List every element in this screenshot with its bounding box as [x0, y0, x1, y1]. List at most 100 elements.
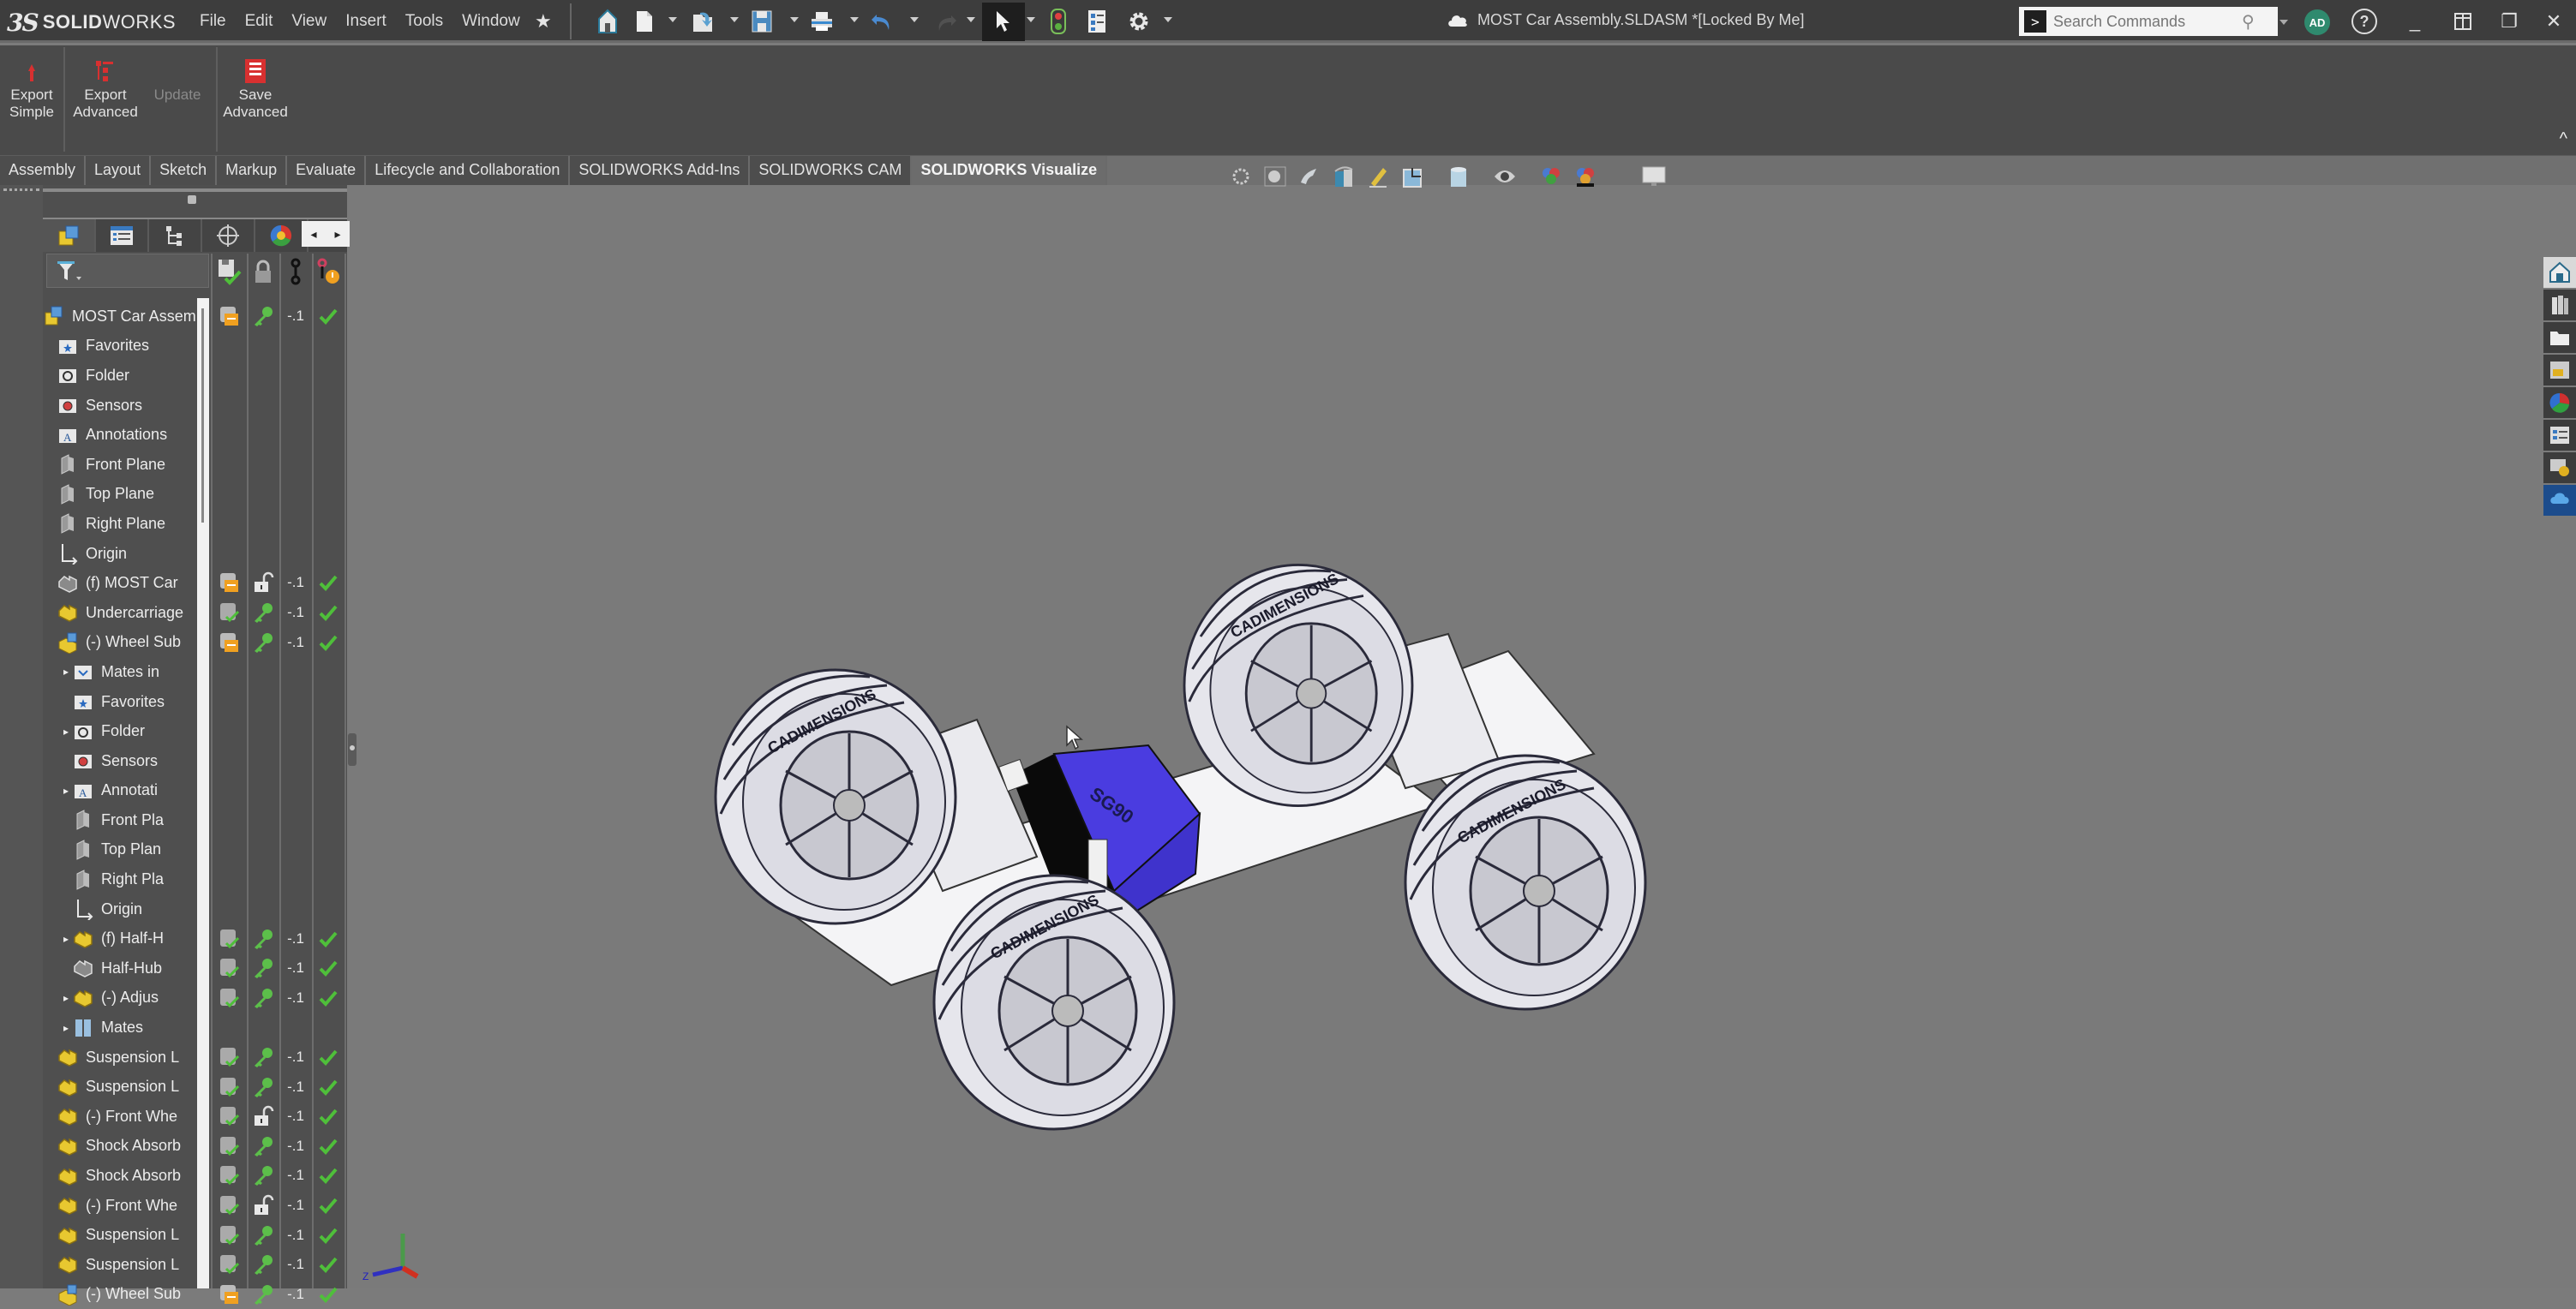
unlocked-icon[interactable]: [247, 1191, 279, 1220]
save-advanced-button[interactable]: Save Advanced: [219, 52, 291, 121]
close-button[interactable]: ✕: [2538, 7, 2569, 36]
tab-markup[interactable]: Markup: [217, 156, 288, 185]
saved-status-icon[interactable]: [213, 1102, 245, 1131]
tree-item[interactable]: (-) Wheel Sub: [43, 1280, 197, 1309]
expand-arrow-icon[interactable]: ▸: [60, 783, 72, 798]
apply-scene-icon[interactable]: [1570, 162, 1601, 191]
tree-scrollbar[interactable]: [197, 298, 209, 1288]
unlocked-icon[interactable]: [247, 568, 279, 597]
print-icon[interactable]: [809, 7, 835, 36]
revision-value[interactable]: -.1: [279, 924, 312, 953]
tree-item[interactable]: Top Plane: [43, 480, 197, 510]
zoom-to-area-icon[interactable]: [1260, 162, 1291, 191]
scroll-tabs-right-button[interactable]: ▸: [326, 221, 350, 247]
revision-value[interactable]: -.1: [279, 1132, 312, 1161]
tree-item[interactable]: A Annotations: [43, 420, 197, 450]
dynamic-annotation-icon[interactable]: [1363, 162, 1393, 191]
options-dropdown[interactable]: [1164, 17, 1172, 22]
saved-status-icon[interactable]: [213, 1043, 245, 1072]
state-check-icon[interactable]: [312, 953, 344, 983]
update-button[interactable]: Update: [147, 52, 207, 104]
tree-item[interactable]: (-) Front Whe: [43, 1191, 197, 1221]
tree-item[interactable]: Front Pla: [43, 805, 197, 835]
tree-item[interactable]: Folder: [43, 361, 197, 391]
lifecycle-column-header[interactable]: [312, 255, 344, 288]
collapse-ribbon-icon[interactable]: ^: [2560, 129, 2567, 149]
saved-status-icon[interactable]: [213, 1221, 245, 1250]
user-avatar[interactable]: AD: [2304, 9, 2330, 35]
solidworks-logo[interactable]: 3S SOLIDWORKS: [7, 7, 176, 38]
revision-value[interactable]: -.1: [279, 1073, 312, 1102]
key-icon[interactable]: [247, 302, 279, 331]
export-simple-button[interactable]: Export Simple: [5, 52, 58, 121]
minimize-button[interactable]: _: [2399, 7, 2430, 36]
tree-item[interactable]: Right Pla: [43, 864, 197, 894]
displaymanager-tab[interactable]: [255, 219, 309, 252]
tree-item[interactable]: Half-Hub: [43, 953, 197, 983]
configurationmanager-tab[interactable]: [149, 219, 202, 252]
revision-value[interactable]: -.1: [279, 1221, 312, 1250]
key-icon[interactable]: [247, 1161, 279, 1190]
expand-arrow-icon[interactable]: ▸: [60, 990, 72, 1006]
tree-item[interactable]: ▸ A Annotati: [43, 776, 197, 806]
tree-item[interactable]: Top Plan: [43, 835, 197, 865]
revision-value[interactable]: -.1: [279, 1102, 312, 1131]
display-style-icon[interactable]: [1443, 162, 1474, 191]
checked-out-icon[interactable]: [213, 628, 245, 657]
new-dropdown[interactable]: [668, 17, 677, 22]
view-settings-icon[interactable]: [1638, 162, 1669, 191]
tree-item[interactable]: Suspension L: [43, 1043, 197, 1073]
expand-arrow-icon[interactable]: ▸: [60, 724, 72, 739]
tree-item[interactable]: Shock Absorb: [43, 1161, 197, 1191]
key-icon[interactable]: [247, 1132, 279, 1161]
home-icon[interactable]: [594, 7, 621, 36]
menu-window[interactable]: Window: [452, 10, 530, 33]
rebuild-traffic-light-icon[interactable]: [1047, 7, 1069, 36]
tree-item[interactable]: ▸ Mates: [43, 1013, 197, 1043]
tab-solidworks-visualize[interactable]: SOLIDWORKS Visualize: [912, 156, 1108, 185]
tree-item[interactable]: Favorites: [43, 332, 197, 362]
tree-item[interactable]: Suspension L: [43, 1250, 197, 1280]
revision-value[interactable]: -.1: [279, 1043, 312, 1072]
tree-item[interactable]: Undercarriage: [43, 598, 197, 628]
tree-item[interactable]: Right Plane: [43, 509, 197, 539]
revision-column-header[interactable]: [279, 255, 312, 288]
tree-item[interactable]: Sensors: [43, 391, 197, 421]
panel-collapse-handle[interactable]: [348, 733, 356, 766]
undo-icon[interactable]: [869, 7, 895, 36]
menu-tools[interactable]: Tools: [396, 10, 452, 33]
undo-dropdown[interactable]: [910, 17, 919, 22]
featuremanager-tree-tab[interactable]: [43, 219, 96, 252]
state-check-icon[interactable]: [312, 983, 344, 1013]
file-explorer-icon[interactable]: [2543, 322, 2576, 353]
pdm-icon[interactable]: [2543, 485, 2576, 516]
state-check-icon[interactable]: [312, 1102, 344, 1131]
tab-solidworks-add-ins[interactable]: SOLIDWORKS Add-Ins: [570, 156, 751, 185]
key-icon[interactable]: [247, 628, 279, 657]
previous-view-icon[interactable]: [1294, 162, 1325, 191]
revision-value[interactable]: -.1: [279, 1191, 312, 1220]
tree-item[interactable]: Favorites: [43, 687, 197, 717]
expand-arrow-icon[interactable]: ▸: [60, 664, 72, 679]
solidworks-resources-icon[interactable]: [2543, 257, 2576, 288]
edit-appearance-icon[interactable]: [1536, 162, 1567, 191]
checked-out-icon[interactable]: [213, 302, 245, 331]
tree-scrollbar-thumb[interactable]: [201, 308, 204, 523]
key-icon[interactable]: [247, 1221, 279, 1250]
select-dropdown[interactable]: [1027, 17, 1035, 22]
hide-show-items-icon[interactable]: [1489, 162, 1520, 191]
save-icon[interactable]: [749, 7, 775, 36]
unlocked-icon[interactable]: [247, 1102, 279, 1131]
tree-item[interactable]: Shock Absorb: [43, 1132, 197, 1162]
redo-dropdown[interactable]: [967, 17, 975, 22]
tab-lifecycle-and-collaboration[interactable]: Lifecycle and Collaboration: [366, 156, 571, 185]
search-icon[interactable]: ⚲: [2242, 11, 2255, 33]
revision-value[interactable]: -.1: [279, 983, 312, 1013]
filter-icon[interactable]: [56, 260, 85, 284]
key-icon[interactable]: [247, 1073, 279, 1102]
section-view-icon[interactable]: [1328, 162, 1359, 191]
custom-properties-icon[interactable]: [2543, 420, 2576, 451]
key-icon[interactable]: [247, 924, 279, 953]
menu-insert[interactable]: Insert: [336, 10, 396, 33]
tab-evaluate[interactable]: Evaluate: [287, 156, 367, 185]
